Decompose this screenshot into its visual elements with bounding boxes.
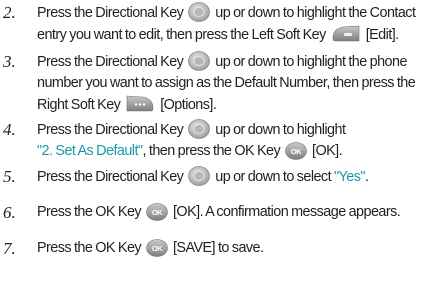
step-text: up or down to highlight the Contact — [215, 5, 416, 21]
svg-text:OK: OK — [152, 244, 163, 253]
directional-key-icon — [188, 166, 211, 186]
step-number: 3. — [3, 52, 16, 71]
step-text: entry you want to edit, then press the L… — [37, 27, 326, 43]
directional-key-icon — [188, 2, 211, 22]
svg-text:OK: OK — [152, 208, 163, 217]
step-text: Press the Directional Key — [37, 122, 184, 138]
step-number: 7. — [3, 239, 16, 258]
ok-key-icon: OK — [285, 142, 307, 160]
directional-key-icon — [188, 119, 211, 139]
step-text: [OK]. — [312, 143, 343, 159]
right-soft-key-icon — [126, 95, 154, 112]
directional-key-icon — [188, 51, 211, 71]
step-text: [Options]. — [160, 97, 217, 113]
step-number: 6. — [3, 203, 16, 222]
step-text: . — [364, 169, 369, 185]
svg-text:OK: OK — [291, 147, 302, 156]
step-text: [OK]. A confirmation message appears. — [172, 204, 401, 220]
step-text: Press the Directional Key — [37, 5, 184, 21]
step-text: Press the OK Key — [37, 204, 142, 220]
step-text: [Edit]. — [365, 27, 400, 43]
step-number: 5. — [3, 167, 16, 186]
menu-option-yes: "Yes" — [333, 169, 366, 185]
step-number: 4. — [3, 120, 16, 139]
step-text: Press the Directional Key — [37, 54, 184, 70]
left-soft-key-icon — [332, 25, 360, 42]
step-number: 2. — [3, 3, 16, 22]
instruction-steps: 2. Press the Directional Key up or down … — [0, 0, 430, 296]
step-text: Right Soft Key — [37, 97, 121, 113]
step-text: Press the Directional Key — [37, 169, 184, 185]
step-text: up or down to highlight the phone — [215, 54, 407, 70]
ok-key-icon: OK — [146, 239, 168, 257]
ok-key-icon: OK — [146, 203, 168, 221]
step-text: Press the OK Key — [37, 240, 142, 256]
menu-option-set-as-default: "2. Set As Default" — [37, 143, 143, 159]
step-text: [SAVE] to save. — [172, 240, 264, 256]
step-text: , then press the OK Key — [142, 143, 281, 159]
step-text: number you want to assign as the Default… — [37, 75, 416, 91]
step-text: up or down to highlight — [215, 122, 346, 138]
step-text: up or down to select — [215, 169, 332, 185]
